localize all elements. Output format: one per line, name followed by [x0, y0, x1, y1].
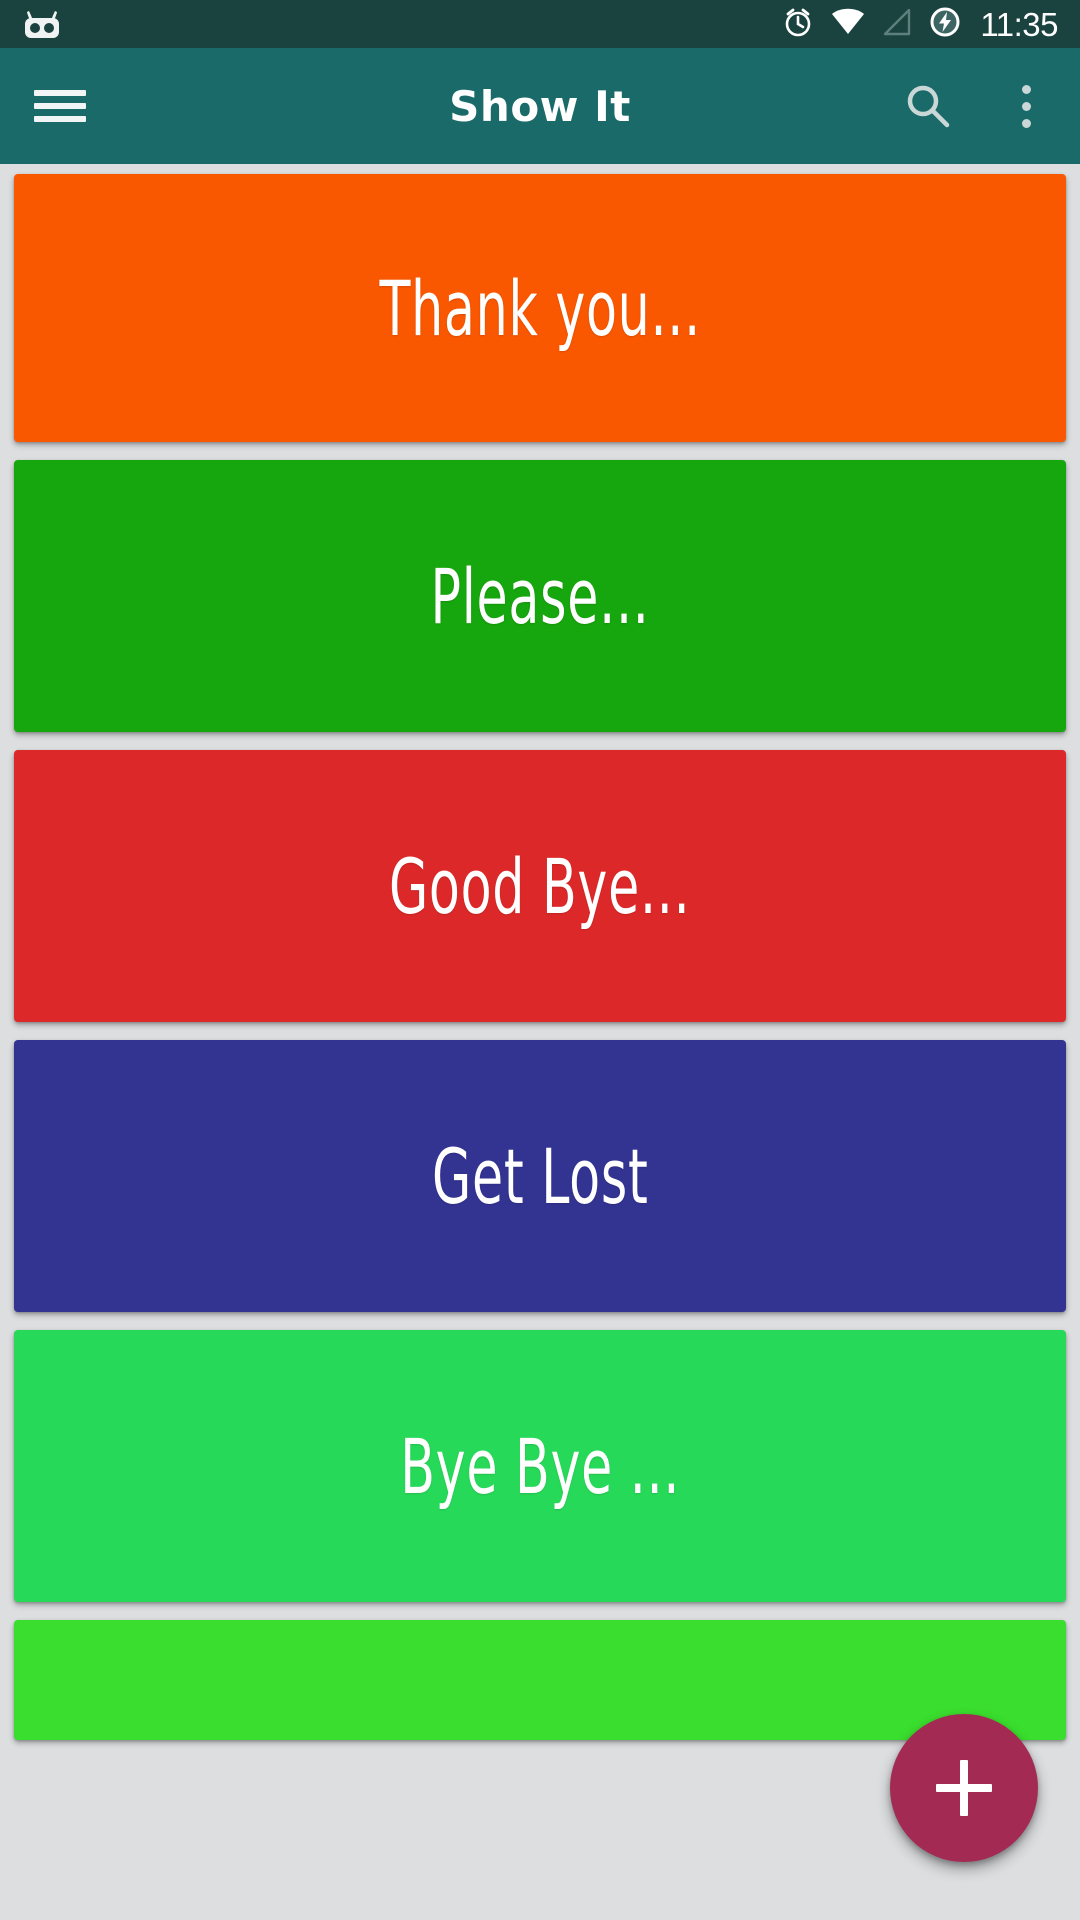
- list-item[interactable]: [14, 1620, 1066, 1740]
- wifi-icon: [831, 8, 865, 40]
- plus-icon: [936, 1760, 992, 1816]
- card-label: Bye Bye ...: [399, 1421, 681, 1511]
- status-bar-left: [18, 8, 66, 40]
- status-bar-right: 11:35: [782, 6, 1058, 42]
- list-item[interactable]: Thank you...: [14, 174, 1066, 442]
- status-bar-clock: 11:35: [980, 5, 1058, 43]
- card-label: Good Bye...: [389, 841, 691, 931]
- list-item[interactable]: Good Bye...: [14, 750, 1066, 1022]
- status-bar: 11:35: [0, 0, 1080, 48]
- card-label: Get Lost: [431, 1131, 649, 1221]
- hamburger-menu-icon[interactable]: [34, 86, 86, 126]
- search-icon[interactable]: [900, 78, 956, 134]
- app-bar-actions: [900, 78, 1054, 134]
- battery-charging-icon: [929, 6, 961, 42]
- app-bar: Show It: [0, 48, 1080, 164]
- card-label: Thank you...: [379, 263, 701, 353]
- list-item[interactable]: Get Lost: [14, 1040, 1066, 1312]
- overflow-menu-icon[interactable]: [998, 78, 1054, 134]
- list-item[interactable]: Please...: [14, 460, 1066, 732]
- cellular-signal-icon: [882, 8, 912, 40]
- add-fab-button[interactable]: [890, 1714, 1038, 1862]
- cyanogenmod-logo-icon: [18, 8, 66, 40]
- card-list[interactable]: Thank you... Please... Good Bye... Get L…: [0, 164, 1080, 1920]
- list-item[interactable]: Bye Bye ...: [14, 1330, 1066, 1602]
- alarm-clock-icon: [782, 6, 814, 42]
- card-label: Please...: [430, 551, 650, 641]
